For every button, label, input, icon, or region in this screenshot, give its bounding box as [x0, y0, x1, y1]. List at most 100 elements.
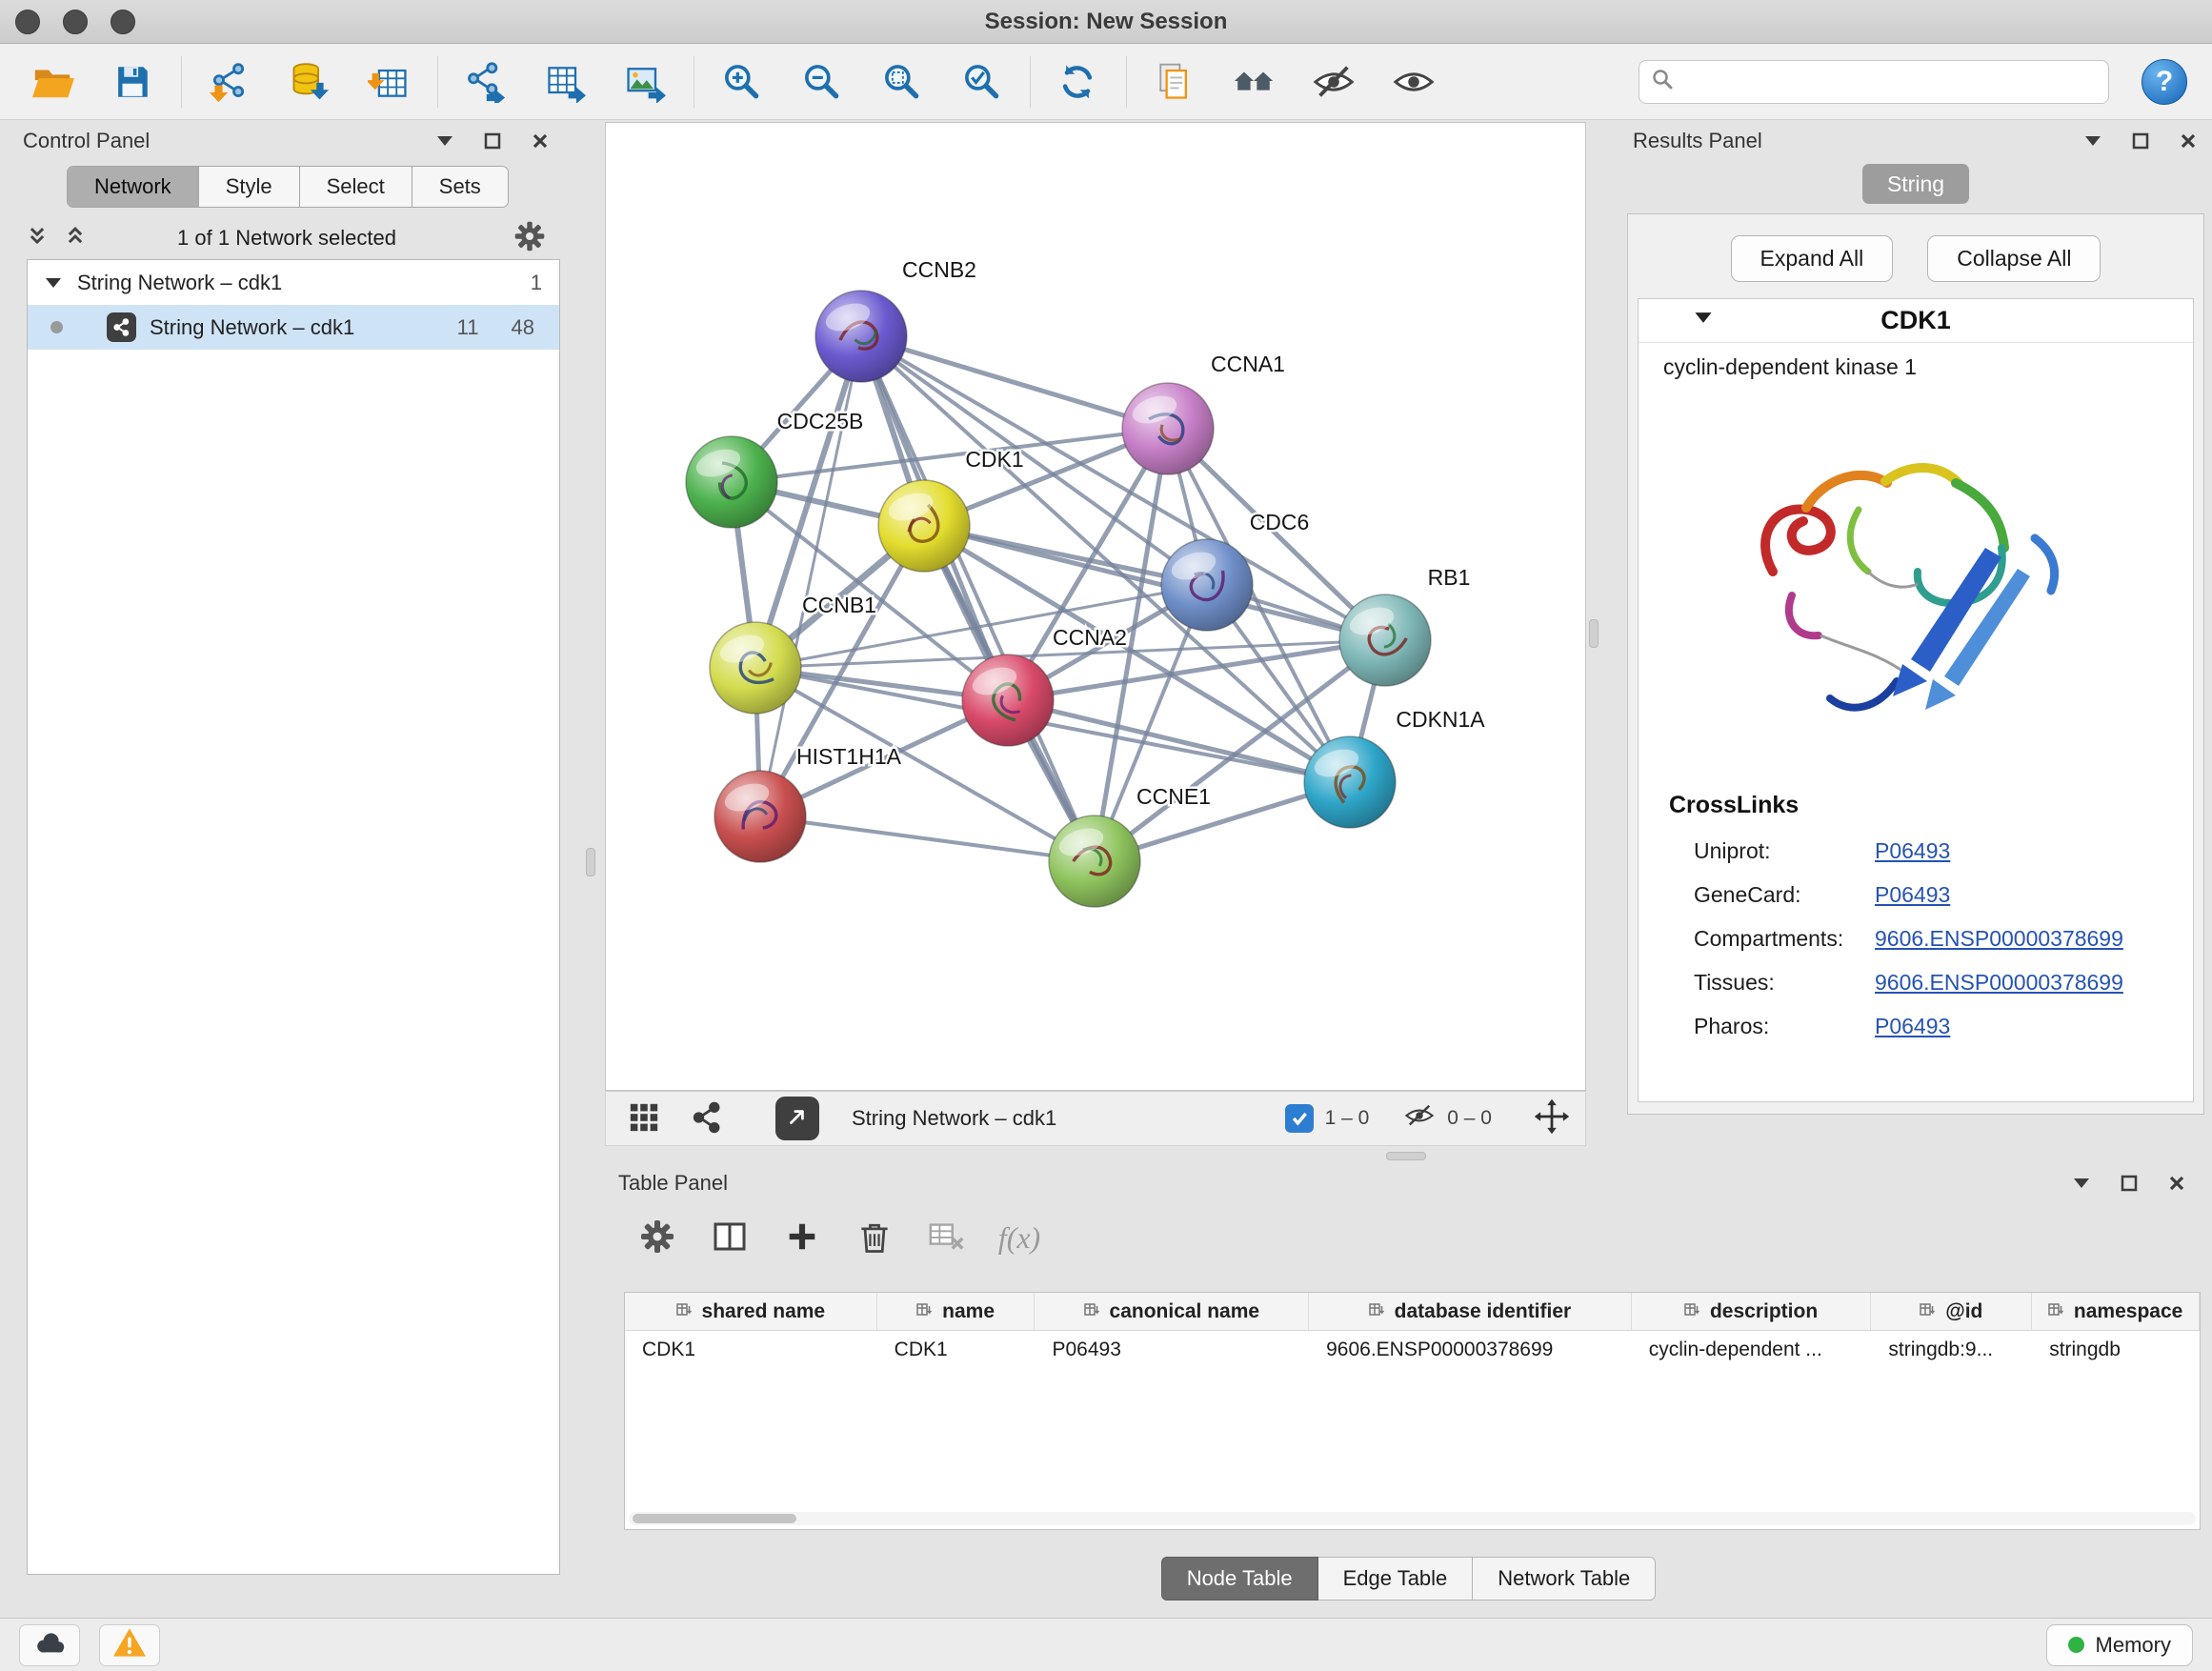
- panel-menu-icon[interactable]: [2082, 131, 2103, 151]
- panel-menu-icon[interactable]: [434, 131, 455, 151]
- column-header-canonical-name[interactable]: canonical name: [1035, 1293, 1309, 1330]
- network-node-cdkn1a[interactable]: CDKN1A: [1304, 707, 1485, 828]
- import-network-icon: [208, 61, 250, 103]
- network-node-rb1[interactable]: RB1: [1339, 565, 1470, 686]
- open-session-button[interactable]: [25, 54, 80, 110]
- memory-status-dot: [2068, 1637, 2084, 1653]
- panel-menu-icon[interactable]: [2071, 1173, 2092, 1194]
- table-tab-network-table[interactable]: Network Table: [1473, 1557, 1656, 1601]
- selected-checkbox[interactable]: [1285, 1104, 1314, 1133]
- network-graph[interactable]: CCNB2CCNA1CDC25BCDK1CDC6RB1CCNB1CCNA2CDK…: [606, 123, 1585, 1090]
- cloud-sync-button[interactable]: [19, 1624, 80, 1666]
- show-all-button[interactable]: [1386, 54, 1441, 110]
- network-node-ccna1[interactable]: CCNA1: [1122, 352, 1285, 474]
- protein-section-header[interactable]: CDK1: [1639, 299, 2193, 343]
- table-tab-node-table[interactable]: Node Table: [1161, 1557, 1318, 1601]
- network-node-hist1h1a[interactable]: HIST1H1A: [714, 744, 902, 862]
- show-columns-button[interactable]: [704, 1212, 755, 1263]
- window-zoom-button[interactable]: [111, 10, 135, 34]
- export-image-button[interactable]: [617, 54, 673, 110]
- fit-content-crosshair-icon[interactable]: [1534, 1098, 1570, 1139]
- column-header-namespace[interactable]: namespace: [2032, 1293, 2200, 1330]
- panel-float-icon[interactable]: [482, 131, 503, 151]
- window-close-button[interactable]: [15, 10, 40, 34]
- warnings-button[interactable]: [99, 1624, 160, 1666]
- network-collection-row[interactable]: String Network – cdk1 1: [28, 260, 559, 305]
- tab-sets[interactable]: Sets: [412, 167, 508, 207]
- add-column-button[interactable]: [776, 1212, 828, 1263]
- hidden-eye-slash-icon[interactable]: [1403, 1101, 1436, 1136]
- window-minimize-button[interactable]: [63, 10, 88, 34]
- zoom-fit-button[interactable]: [874, 54, 929, 110]
- import-network-database-button[interactable]: [281, 54, 336, 110]
- table-settings-button[interactable]: [632, 1212, 683, 1263]
- table-tab-edge-table[interactable]: Edge Table: [1318, 1557, 1474, 1601]
- panel-float-icon[interactable]: [2119, 1173, 2140, 1194]
- table-row[interactable]: CDK1CDK1P064939606.ENSP00000378699cyclin…: [625, 1331, 2200, 1369]
- network-node-cdk1[interactable]: CDK1: [878, 447, 1024, 572]
- table-cell[interactable]: cyclin-dependent ...: [1632, 1331, 1872, 1369]
- gear-icon[interactable]: [513, 219, 547, 258]
- search-input[interactable]: [1683, 70, 2097, 93]
- table-cell[interactable]: stringdb: [2032, 1331, 2200, 1369]
- collapse-all-button[interactable]: Collapse All: [1927, 235, 2101, 282]
- column-header-database-identifier[interactable]: database identifier: [1309, 1293, 1632, 1330]
- panel-close-icon[interactable]: [2166, 1173, 2187, 1194]
- horizontal-splitter-handle[interactable]: [1386, 1152, 1426, 1160]
- export-table-button[interactable]: [537, 54, 593, 110]
- table-cell[interactable]: stringdb:9...: [1871, 1331, 2032, 1369]
- annotation-clipboard-button[interactable]: [1146, 54, 1201, 110]
- crosslink-value-link[interactable]: P06493: [1875, 1014, 1950, 1039]
- column-header-name[interactable]: name: [877, 1293, 1036, 1330]
- table-cell[interactable]: CDK1: [625, 1331, 877, 1369]
- crosslink-value-link[interactable]: P06493: [1875, 882, 1950, 908]
- table-cell[interactable]: 9606.ENSP00000378699: [1309, 1331, 1632, 1369]
- column-header-shared-name[interactable]: shared name: [625, 1293, 877, 1330]
- network-node-ccne1[interactable]: CCNE1: [1049, 784, 1211, 907]
- tab-style[interactable]: Style: [199, 167, 300, 207]
- network-overview-button[interactable]: [684, 1096, 730, 1141]
- save-session-button[interactable]: [105, 54, 160, 110]
- import-network-file-button[interactable]: [201, 54, 256, 110]
- section-expander-icon[interactable]: [1694, 312, 1713, 330]
- vertical-splitter-handle[interactable]: [1589, 619, 1599, 648]
- crosslink-value-link[interactable]: 9606.ENSP00000378699: [1875, 926, 2123, 952]
- zoom-selected-button[interactable]: [954, 54, 1009, 110]
- help-button[interactable]: ?: [2142, 59, 2187, 105]
- network-canvas[interactable]: CCNB2CCNA1CDC25BCDK1CDC6RB1CCNB1CCNA2CDK…: [605, 122, 1586, 1091]
- column-header--id[interactable]: @id: [1871, 1293, 2032, 1330]
- first-neighbors-button[interactable]: [1226, 54, 1281, 110]
- refresh-layout-button[interactable]: [1050, 54, 1105, 110]
- panel-close-icon[interactable]: [2178, 131, 2199, 151]
- zoom-out-button[interactable]: [794, 54, 849, 110]
- tree-expander-icon[interactable]: [45, 271, 62, 295]
- table-panel-title: Table Panel: [618, 1171, 728, 1196]
- tab-string[interactable]: String: [1862, 164, 1969, 204]
- crosslink-value-link[interactable]: P06493: [1875, 838, 1950, 864]
- column-header-description[interactable]: description: [1632, 1293, 1872, 1330]
- tab-select[interactable]: Select: [300, 167, 412, 207]
- network-row-selected[interactable]: String Network – cdk1 11 48: [28, 305, 559, 350]
- tab-network[interactable]: Network: [68, 167, 199, 207]
- memory-button[interactable]: Memory: [2046, 1624, 2193, 1666]
- table-cell[interactable]: CDK1: [877, 1331, 1036, 1369]
- export-network-button[interactable]: [457, 54, 513, 110]
- birds-eye-view-button[interactable]: [621, 1096, 667, 1141]
- table-body: CDK1CDK1P064939606.ENSP00000378699cyclin…: [625, 1331, 2200, 1369]
- function-builder-button[interactable]: f(x): [994, 1212, 1045, 1263]
- import-table-button[interactable]: [361, 54, 416, 110]
- horizontal-scrollbar[interactable]: [629, 1512, 2196, 1525]
- export-view-button[interactable]: [775, 1097, 819, 1140]
- hide-selected-button[interactable]: [1306, 54, 1361, 110]
- expand-all-button[interactable]: Expand All: [1731, 235, 1894, 282]
- zoom-in-button[interactable]: [714, 54, 769, 110]
- vertical-splitter-handle[interactable]: [586, 848, 595, 876]
- table-cell[interactable]: P06493: [1035, 1331, 1309, 1369]
- delete-table-button[interactable]: [921, 1212, 973, 1263]
- scrollbar-thumb[interactable]: [633, 1514, 796, 1523]
- delete-column-button[interactable]: [849, 1212, 900, 1263]
- panel-float-icon[interactable]: [2130, 131, 2151, 151]
- panel-close-icon[interactable]: [530, 131, 551, 151]
- network-node-cdc6[interactable]: CDC6: [1161, 510, 1309, 631]
- crosslink-value-link[interactable]: 9606.ENSP00000378699: [1875, 970, 2123, 996]
